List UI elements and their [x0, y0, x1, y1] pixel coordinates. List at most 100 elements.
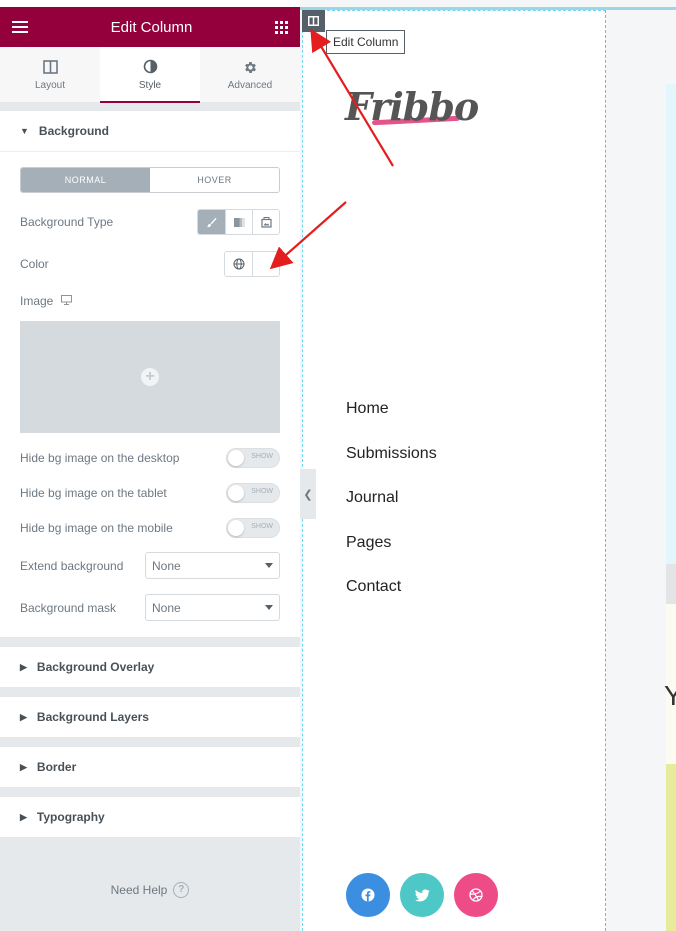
preview-strip-gray: [666, 564, 676, 604]
globe-icon[interactable]: [225, 252, 252, 276]
need-help-link[interactable]: Need Help ?: [0, 882, 300, 898]
toggle-tablet[interactable]: SHOW: [226, 483, 280, 503]
toggle-state-tablet: SHOW: [251, 488, 273, 495]
collapse-panel-button[interactable]: ❮: [300, 469, 316, 519]
background-heading: Background: [38, 124, 109, 138]
toggle-state-mobile: SHOW: [251, 523, 273, 530]
editor-panel: Edit Column Layout Style Advanced ▼ Back…: [0, 7, 300, 931]
hover-tab[interactable]: HOVER: [150, 168, 279, 192]
toggle-label-desktop: Hide bg image on the desktop: [20, 451, 180, 465]
panel-tabs: Layout Style Advanced: [0, 47, 300, 103]
tab-advanced[interactable]: Advanced: [200, 47, 300, 103]
preview-strip-lime: [666, 764, 676, 931]
color-label: Color: [20, 257, 49, 271]
section-background-layers[interactable]: ▶ Background Layers: [0, 697, 300, 737]
site-logo[interactable]: Fribbo: [345, 84, 479, 129]
background-mask-select[interactable]: None: [145, 594, 280, 621]
extend-background-value: None: [152, 558, 181, 573]
need-help-label: Need Help: [110, 883, 168, 897]
tab-layout[interactable]: Layout: [0, 47, 100, 103]
section-title: Background Overlay: [36, 660, 155, 674]
columns-icon: [42, 58, 58, 76]
tab-style-label: Style: [138, 79, 162, 91]
image-row: Image: [20, 291, 280, 311]
background-section: ▼ Background NORMAL HOVER Background Typ…: [0, 111, 300, 637]
question-mark-icon: ?: [173, 882, 190, 898]
toggle-row-desktop: Hide bg image on the desktop SHOW: [20, 448, 280, 468]
color-picker-swatch[interactable]: [252, 252, 279, 276]
nav-submissions[interactable]: Submissions: [346, 445, 437, 490]
toggle-row-tablet: Hide bg image on the tablet SHOW: [20, 483, 280, 503]
toggle-label-mobile: Hide bg image on the mobile: [20, 521, 173, 535]
gradient-icon[interactable]: [225, 210, 252, 234]
nav-home[interactable]: Home: [346, 400, 437, 445]
caret-right-icon: ▶: [20, 761, 27, 772]
panel-header: Edit Column: [0, 7, 300, 47]
background-mask-value: None: [152, 600, 181, 615]
normal-tab[interactable]: NORMAL: [21, 168, 150, 192]
toggle-mobile[interactable]: SHOW: [226, 518, 280, 538]
panel-title: Edit Column: [110, 18, 193, 36]
section-title: Typography: [36, 810, 105, 824]
widgets-grid-icon[interactable]: [274, 20, 288, 34]
caret-right-icon: ▶: [20, 661, 27, 672]
partial-heading-letter: Y: [664, 680, 676, 711]
twitter-icon: [414, 888, 430, 901]
toggle-label-tablet: Hide bg image on the tablet: [20, 486, 167, 500]
background-mask-row: Background mask None: [20, 594, 280, 621]
nav-contact[interactable]: Contact: [346, 578, 437, 623]
section-border[interactable]: ▶ Border: [0, 747, 300, 787]
toggle-state-desktop: SHOW: [251, 453, 273, 460]
twitter-button[interactable]: [400, 873, 444, 917]
nav-pages[interactable]: Pages: [346, 534, 437, 579]
preview-strip-cyan: [666, 84, 676, 564]
section-title: Border: [36, 760, 77, 774]
background-controls: NORMAL HOVER Background Type Color Image…: [0, 151, 300, 637]
facebook-button[interactable]: [346, 873, 390, 917]
caret-right-icon: ▶: [20, 711, 27, 722]
nav-journal[interactable]: Journal: [346, 489, 437, 534]
background-mask-label: Background mask: [20, 600, 117, 615]
toggle-desktop[interactable]: SHOW: [226, 448, 280, 468]
section-header[interactable]: ▶ Background Overlay: [0, 647, 300, 687]
gear-icon: [243, 58, 258, 76]
classic-brush-icon[interactable]: [198, 210, 225, 234]
column-icon: [308, 16, 319, 26]
slideshow-icon[interactable]: [252, 210, 279, 234]
extend-background-select[interactable]: None: [145, 552, 280, 579]
caret-down-icon: ▼: [20, 126, 29, 136]
edit-column-handle[interactable]: [302, 10, 325, 32]
section-typography[interactable]: ▶ Typography: [0, 797, 300, 837]
section-header[interactable]: ▶ Border: [0, 747, 300, 787]
editor-window: Edit Column Layout Style Advanced ▼ Back…: [0, 0, 676, 931]
dribbble-button[interactable]: [454, 873, 498, 917]
section-header[interactable]: ▶ Typography: [0, 797, 300, 837]
plus-circle-icon: +: [141, 368, 159, 386]
dribbble-icon: [469, 888, 483, 902]
background-type-label: Background Type: [20, 215, 114, 229]
tab-style[interactable]: Style: [100, 47, 200, 103]
hamburger-menu-icon[interactable]: [12, 21, 28, 33]
top-strip: [0, 0, 300, 7]
tab-layout-label: Layout: [34, 80, 66, 91]
chevron-left-icon: ❮: [303, 488, 313, 501]
image-label: Image: [20, 294, 54, 308]
desktop-monitor-icon[interactable]: [61, 294, 73, 308]
state-switcher: NORMAL HOVER: [20, 167, 280, 193]
toggle-knob: [228, 485, 244, 501]
chevron-down-icon: [265, 605, 273, 610]
extend-background-row: Extend background None: [20, 552, 280, 579]
image-upload-area[interactable]: +: [20, 321, 280, 433]
color-controls: [224, 251, 280, 277]
section-background-overlay[interactable]: ▶ Background Overlay: [0, 647, 300, 687]
extend-background-label: Extend background: [20, 558, 124, 573]
background-type-row: Background Type: [20, 209, 280, 235]
toggle-row-mobile: Hide bg image on the mobile SHOW: [20, 518, 280, 538]
caret-right-icon: ▶: [20, 811, 27, 822]
toggle-knob: [228, 450, 244, 466]
facebook-icon: [361, 888, 375, 902]
background-section-header[interactable]: ▼ Background: [0, 111, 300, 151]
section-header[interactable]: ▶ Background Layers: [0, 697, 300, 737]
site-navigation: Home Submissions Journal Pages Contact: [346, 400, 437, 623]
toggle-knob: [228, 520, 244, 536]
